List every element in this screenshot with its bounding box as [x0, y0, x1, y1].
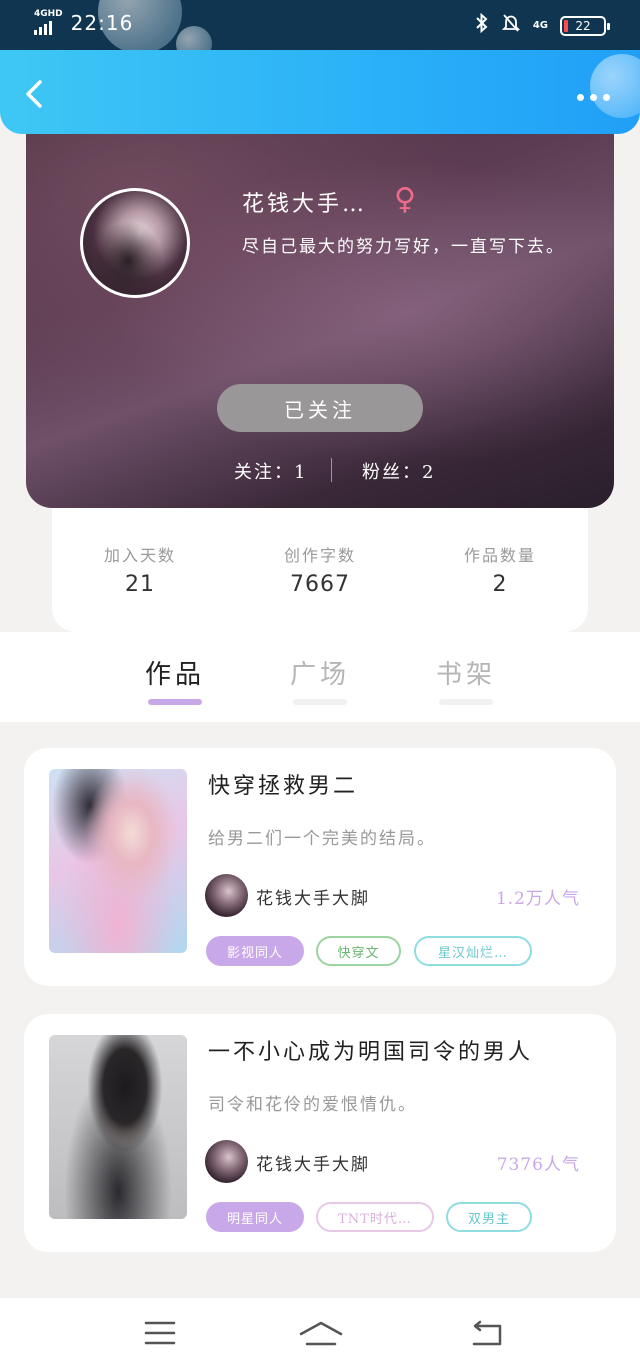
header-bar	[0, 50, 640, 134]
profile-name: 花钱大手…	[242, 192, 368, 217]
book-card[interactable]: 一不小心成为明国司令的男人 司令和花伶的爱恨情仇。 花钱大手大脚 7376人气 …	[24, 1014, 616, 1252]
avatar[interactable]	[80, 188, 190, 298]
stats-card: 加入天数 21 创作字数 7667 作品数量 2	[52, 508, 588, 632]
female-icon: ♀	[394, 182, 416, 217]
author-name: 花钱大手大脚	[256, 889, 370, 909]
tab-works[interactable]: 作品	[125, 654, 225, 705]
tag[interactable]: TNT时代…	[316, 1202, 434, 1232]
divider	[331, 458, 332, 482]
tab-label: 作品	[144, 660, 205, 690]
mute-bell-icon	[501, 13, 521, 38]
more-dots-icon[interactable]	[577, 94, 610, 101]
follow-button[interactable]: 已关注	[217, 384, 423, 432]
tab-label: 广场	[289, 660, 350, 690]
chevron-left-icon[interactable]	[22, 80, 48, 108]
book-cover[interactable]	[49, 1035, 187, 1219]
book-card[interactable]: 快穿拯救男二 给男二们一个完美的结局。 花钱大手大脚 1.2万人气 影视同人 快…	[24, 748, 616, 986]
stat-value: 2	[492, 572, 508, 597]
book-description: 给男二们一个完美的结局。	[208, 829, 436, 849]
tab-indicator	[439, 699, 493, 705]
stat-label: 加入天数	[103, 546, 176, 565]
bluetooth-icon	[475, 12, 489, 38]
tab-label: 书架	[435, 660, 496, 690]
signal-icon	[34, 21, 63, 35]
stat-work-count: 作品数量 2	[420, 542, 580, 597]
system-nav-bar	[0, 1298, 640, 1372]
popularity-count: 1.2万人气	[495, 889, 580, 909]
status-bar: 4GHD 22:16 4G 22	[0, 0, 640, 62]
profile-bio: 尽自己最大的努力写好，一直写下去。	[242, 237, 565, 257]
stat-label: 作品数量	[463, 546, 536, 565]
stat-label: 创作字数	[283, 546, 356, 565]
stat-value: 7667	[290, 572, 350, 597]
stat-join-days: 加入天数 21	[60, 542, 220, 597]
tag[interactable]: 明星同人	[206, 1202, 304, 1232]
tag[interactable]: 星汉灿烂…	[414, 936, 532, 966]
book-description: 司令和花伶的爱恨情仇。	[208, 1095, 417, 1115]
tab-bookshelf[interactable]: 书架	[416, 654, 516, 705]
home-icon[interactable]	[298, 1320, 344, 1350]
battery-icon: 22	[560, 15, 610, 36]
tab-square[interactable]: 广场	[270, 654, 370, 705]
network-type: 4GHD	[34, 9, 63, 19]
tag[interactable]: 影视同人	[206, 936, 304, 966]
back-arrow-icon[interactable]	[470, 1320, 510, 1350]
fans-count[interactable]: 粉丝：2	[362, 458, 435, 484]
menu-icon[interactable]	[144, 1320, 184, 1350]
stat-value: 21	[125, 572, 155, 597]
tag[interactable]: 快穿文	[316, 936, 401, 966]
author-name: 花钱大手大脚	[256, 1155, 370, 1175]
popularity-count: 7376人气	[496, 1155, 580, 1175]
mobile-data-label: 4G	[532, 20, 548, 31]
stat-word-count: 创作字数 7667	[240, 542, 400, 597]
tab-indicator	[148, 699, 202, 705]
author-avatar	[205, 874, 248, 917]
tab-bar: 作品 广场 书架	[0, 640, 640, 720]
tab-indicator	[293, 699, 347, 705]
tag[interactable]: 双男主	[446, 1202, 532, 1232]
battery-level: 22	[575, 18, 591, 33]
book-title[interactable]: 快穿拯救男二	[208, 768, 358, 800]
profile-card: 花钱大手… ♀ 尽自己最大的努力写好，一直写下去。 已关注 关注：1 粉丝：2	[26, 118, 614, 508]
decorative-bubble	[590, 54, 640, 118]
following-count[interactable]: 关注：1	[234, 458, 307, 484]
book-cover[interactable]	[49, 769, 187, 953]
author-avatar	[205, 1140, 248, 1183]
clock: 22:16	[70, 10, 134, 35]
book-title[interactable]: 一不小心成为明国司令的男人	[208, 1034, 533, 1066]
follow-stats: 关注：1 粉丝：2	[26, 456, 614, 484]
